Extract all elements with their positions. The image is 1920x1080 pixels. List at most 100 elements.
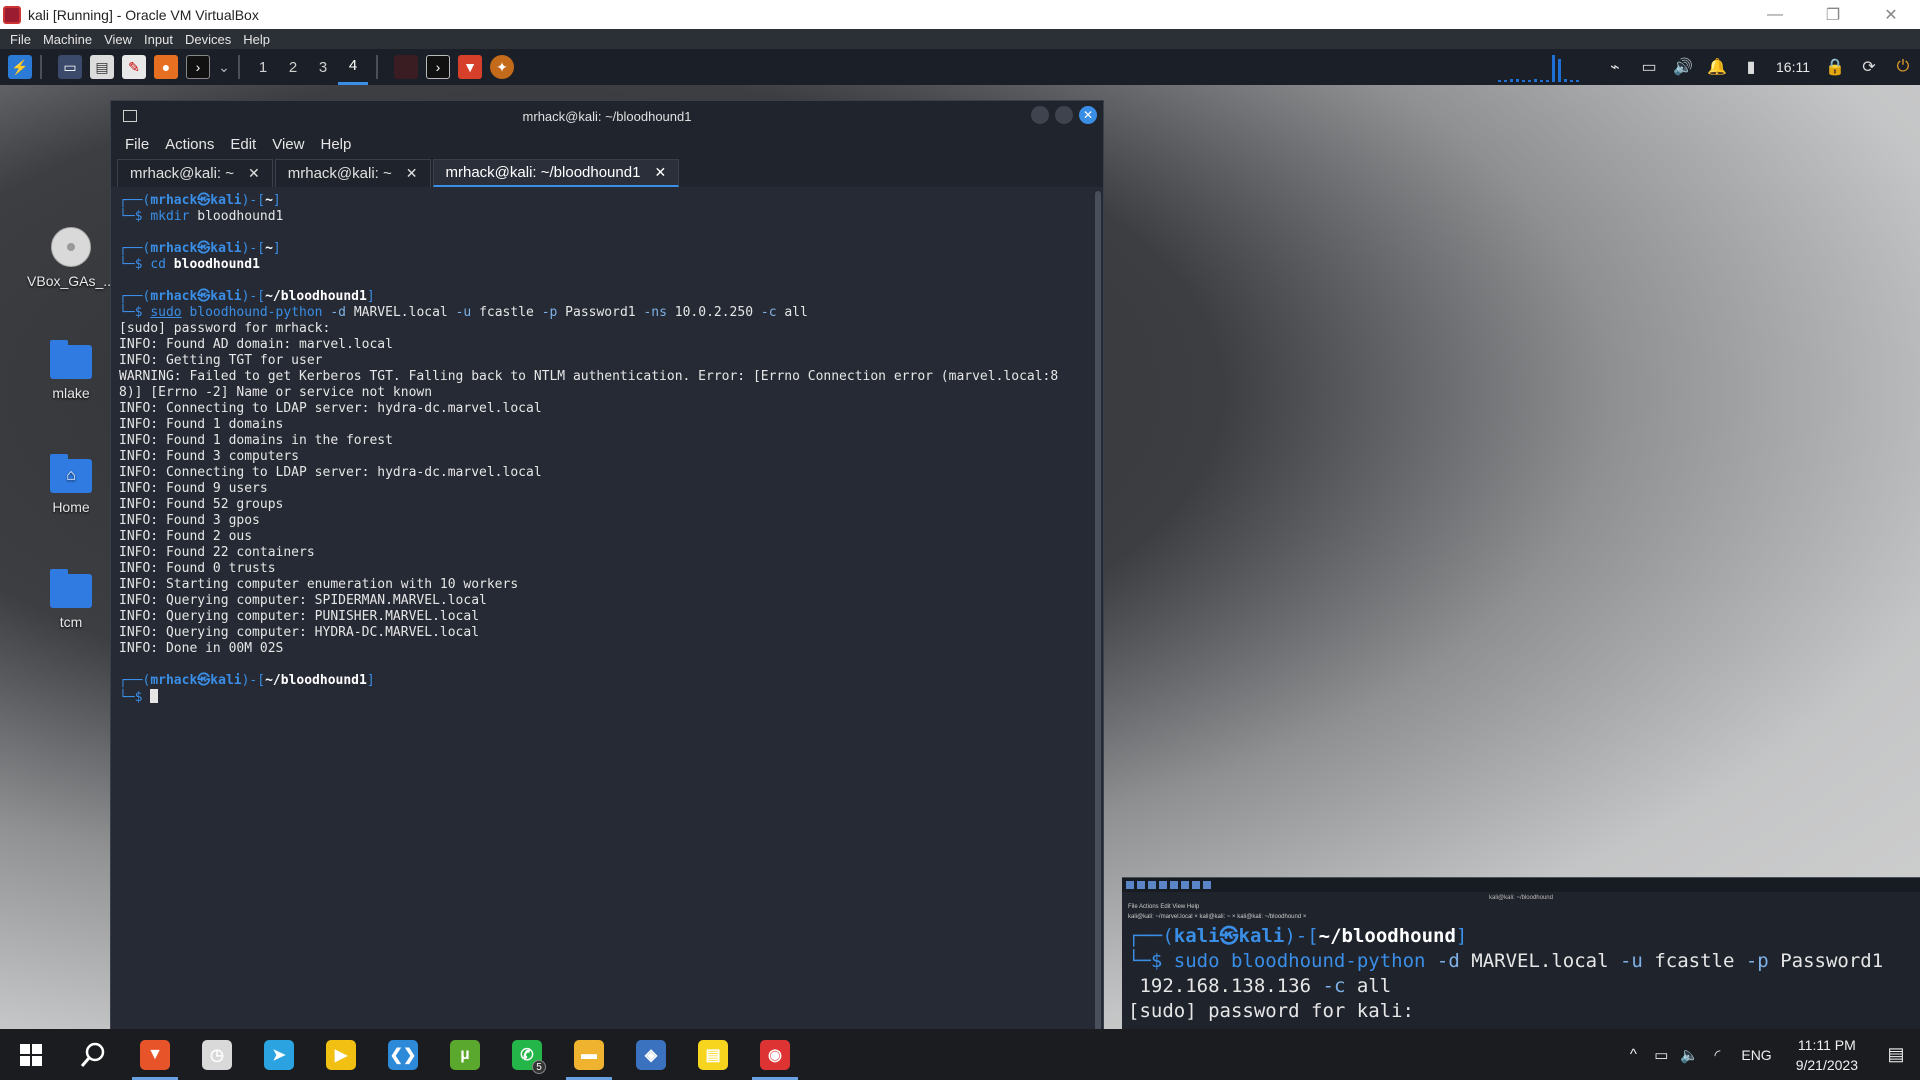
output-line: INFO: Getting TGT for user: [119, 353, 323, 368]
vbox-menu-input[interactable]: Input: [144, 32, 173, 47]
close-tab-icon[interactable]: ✕: [248, 165, 260, 182]
task-terminal-icon[interactable]: ›: [426, 55, 450, 79]
file-explorer-icon: ▬: [574, 1039, 604, 1070]
notification-icon[interactable]: ▤: [1872, 1044, 1920, 1065]
terminal-minimize-button[interactable]: [1031, 106, 1049, 124]
taskbar-app-sticky-notes[interactable]: ▤: [682, 1029, 744, 1080]
taskbar-clock[interactable]: 11:11 PM 9/21/2023: [1796, 1035, 1858, 1075]
terminal-tab-active[interactable]: mrhack@kali: ~/bloodhound1 ✕: [432, 159, 680, 187]
output-line: INFO: Found 52 groups: [119, 497, 284, 512]
power-icon[interactable]: ⏻: [1890, 54, 1916, 80]
taskbar-app-camera-app[interactable]: ◉: [744, 1029, 806, 1080]
workspace-1[interactable]: 1: [248, 49, 278, 85]
chevron-down-icon[interactable]: ⌄: [218, 55, 230, 79]
terminal-close-button[interactable]: ✕: [1079, 106, 1097, 124]
overlay-terminal-preview: kali@kali: ~/bloodhound File Actions Edi…: [1122, 877, 1920, 1029]
desktop-icon-mlake[interactable]: mlake: [26, 340, 116, 401]
workspace-4[interactable]: 4: [338, 49, 368, 85]
clock-app-icon: ◷: [202, 1039, 232, 1070]
lock-icon[interactable]: 🔒: [1822, 54, 1848, 80]
taskbar-app-vscode[interactable]: ❮❯: [372, 1029, 434, 1080]
display-icon[interactable]: ▭: [1636, 54, 1662, 80]
refresh-icon[interactable]: ⟳: [1856, 54, 1882, 80]
terminal-menu-view[interactable]: View: [272, 136, 304, 153]
host-title-bar: kali [Running] - Oracle VM VirtualBox — …: [0, 0, 1920, 29]
panel-clock[interactable]: 16:11: [1776, 59, 1810, 75]
battery-icon[interactable]: ▮: [1738, 54, 1764, 80]
output-line: WARNING: Failed to get Kerberos TGT. Fal…: [119, 369, 1059, 384]
terminal-tab[interactable]: mrhack@kali: ~ ✕: [274, 159, 431, 187]
cpu-graph-bar: [1558, 58, 1561, 82]
volume-icon[interactable]: 🔊: [1670, 54, 1696, 80]
desktop-icon-home[interactable]: ⌂ Home: [26, 454, 116, 515]
search-button[interactable]: [62, 1029, 124, 1080]
task-icon[interactable]: [394, 55, 418, 79]
workspace-3[interactable]: 3: [308, 49, 338, 85]
taskbar-app-virtualbox[interactable]: ◈: [620, 1029, 682, 1080]
task-burp-icon[interactable]: ✦: [490, 55, 514, 79]
terminal-menu-file[interactable]: File: [125, 136, 149, 153]
taskbar-app-clock-app[interactable]: ◷: [186, 1029, 248, 1080]
taskbar-app-file-explorer[interactable]: ▬: [558, 1029, 620, 1080]
panel-separator: [40, 55, 42, 79]
chevron-up-icon[interactable]: ^: [1619, 1046, 1647, 1063]
taskbar-time: 11:11 PM: [1797, 1036, 1856, 1053]
home-folder-icon: ⌂: [50, 454, 92, 493]
taskbar-app-player[interactable]: ▶: [310, 1029, 372, 1080]
workspace-2[interactable]: 2: [278, 49, 308, 85]
terminal-menu-actions[interactable]: Actions: [165, 136, 214, 153]
guest-desktop: ⚡ ▭ ▤ ✎ ● › ⌄ 1 2 3 4 › ▼ ✦ ⌁ ▭ 🔊 🔔 ▮ 16…: [0, 49, 1920, 1029]
taskbar-app-brave[interactable]: ▼: [124, 1029, 186, 1080]
language-indicator[interactable]: ENG: [1741, 1047, 1771, 1063]
taskbar-app-telegram[interactable]: ➤: [248, 1029, 310, 1080]
taskbar-app-utorrent[interactable]: µ: [434, 1029, 496, 1080]
terminal-scrollbar[interactable]: [1095, 191, 1101, 1029]
terminal-tab-label: mrhack@kali: ~: [130, 165, 235, 182]
restore-button[interactable]: ❐: [1804, 0, 1862, 29]
close-tab-icon[interactable]: ✕: [406, 165, 418, 182]
terminal-window[interactable]: mrhack@kali: ~/bloodhound1 ✕ File Action…: [110, 100, 1104, 1029]
desktop-icon-label: mlake: [52, 385, 90, 401]
terminal-menu-help[interactable]: Help: [320, 136, 351, 153]
vbox-menu-devices[interactable]: Devices: [185, 32, 231, 47]
battery-icon[interactable]: ▭: [1647, 1046, 1675, 1064]
file-manager-icon[interactable]: ▤: [90, 55, 114, 79]
terminal-menu-edit[interactable]: Edit: [230, 136, 256, 153]
cpu-graph-bar: [1522, 80, 1525, 82]
firefox-icon[interactable]: ●: [154, 55, 178, 79]
output-line: INFO: Starting computer enumeration with…: [119, 577, 519, 592]
virtualbox-logo-icon: [3, 5, 21, 24]
close-button[interactable]: ✕: [1862, 0, 1920, 29]
terminal-maximize-button[interactable]: [1055, 106, 1073, 124]
show-desktop-icon[interactable]: ▭: [58, 55, 82, 79]
kali-menu-icon[interactable]: ⚡: [8, 55, 32, 79]
vbox-menu-machine[interactable]: Machine: [43, 32, 92, 47]
unread-badge: 5: [532, 1060, 546, 1074]
terminal-output[interactable]: ┌──(mrhack㉿kali)-[~] └─$ mkdir bloodhound…: [111, 187, 1096, 1029]
terminal-tab[interactable]: mrhack@kali: ~ ✕: [117, 159, 273, 187]
start-button[interactable]: [0, 1029, 62, 1080]
volume-icon[interactable]: 🔈: [1675, 1046, 1703, 1064]
minimize-button[interactable]: —: [1746, 0, 1804, 29]
bell-icon[interactable]: 🔔: [1704, 54, 1730, 80]
terminal-icon[interactable]: ›: [186, 55, 210, 79]
paperclip-icon[interactable]: ⌁: [1602, 54, 1628, 80]
cpu-graph-bar: [1564, 79, 1567, 82]
vbox-menu-view[interactable]: View: [104, 32, 132, 47]
task-brave-icon[interactable]: ▼: [458, 55, 482, 79]
close-tab-icon[interactable]: ✕: [654, 164, 666, 181]
vbox-menu-file[interactable]: File: [10, 32, 31, 47]
desktop-icon-label: tcm: [59, 614, 83, 630]
overlay-mini-panel: [1122, 878, 1920, 892]
text-editor-icon[interactable]: ✎: [122, 55, 146, 79]
text-cursor: [150, 689, 159, 703]
folder-icon: [50, 569, 92, 608]
overlay-mini-title: kali@kali: ~/bloodhound: [1489, 895, 1553, 901]
desktop-icon-vbox-gas[interactable]: VBox_GAs_...: [26, 227, 116, 289]
terminal-title-bar[interactable]: mrhack@kali: ~/bloodhound1 ✕: [111, 101, 1103, 131]
taskbar-app-whatsapp[interactable]: ✆ 5: [496, 1029, 558, 1080]
desktop-icon-tcm[interactable]: tcm: [26, 569, 116, 630]
vbox-menu-help[interactable]: Help: [243, 32, 270, 47]
cpu-graph: [1498, 52, 1588, 82]
wifi-icon[interactable]: ◜: [1703, 1046, 1731, 1064]
